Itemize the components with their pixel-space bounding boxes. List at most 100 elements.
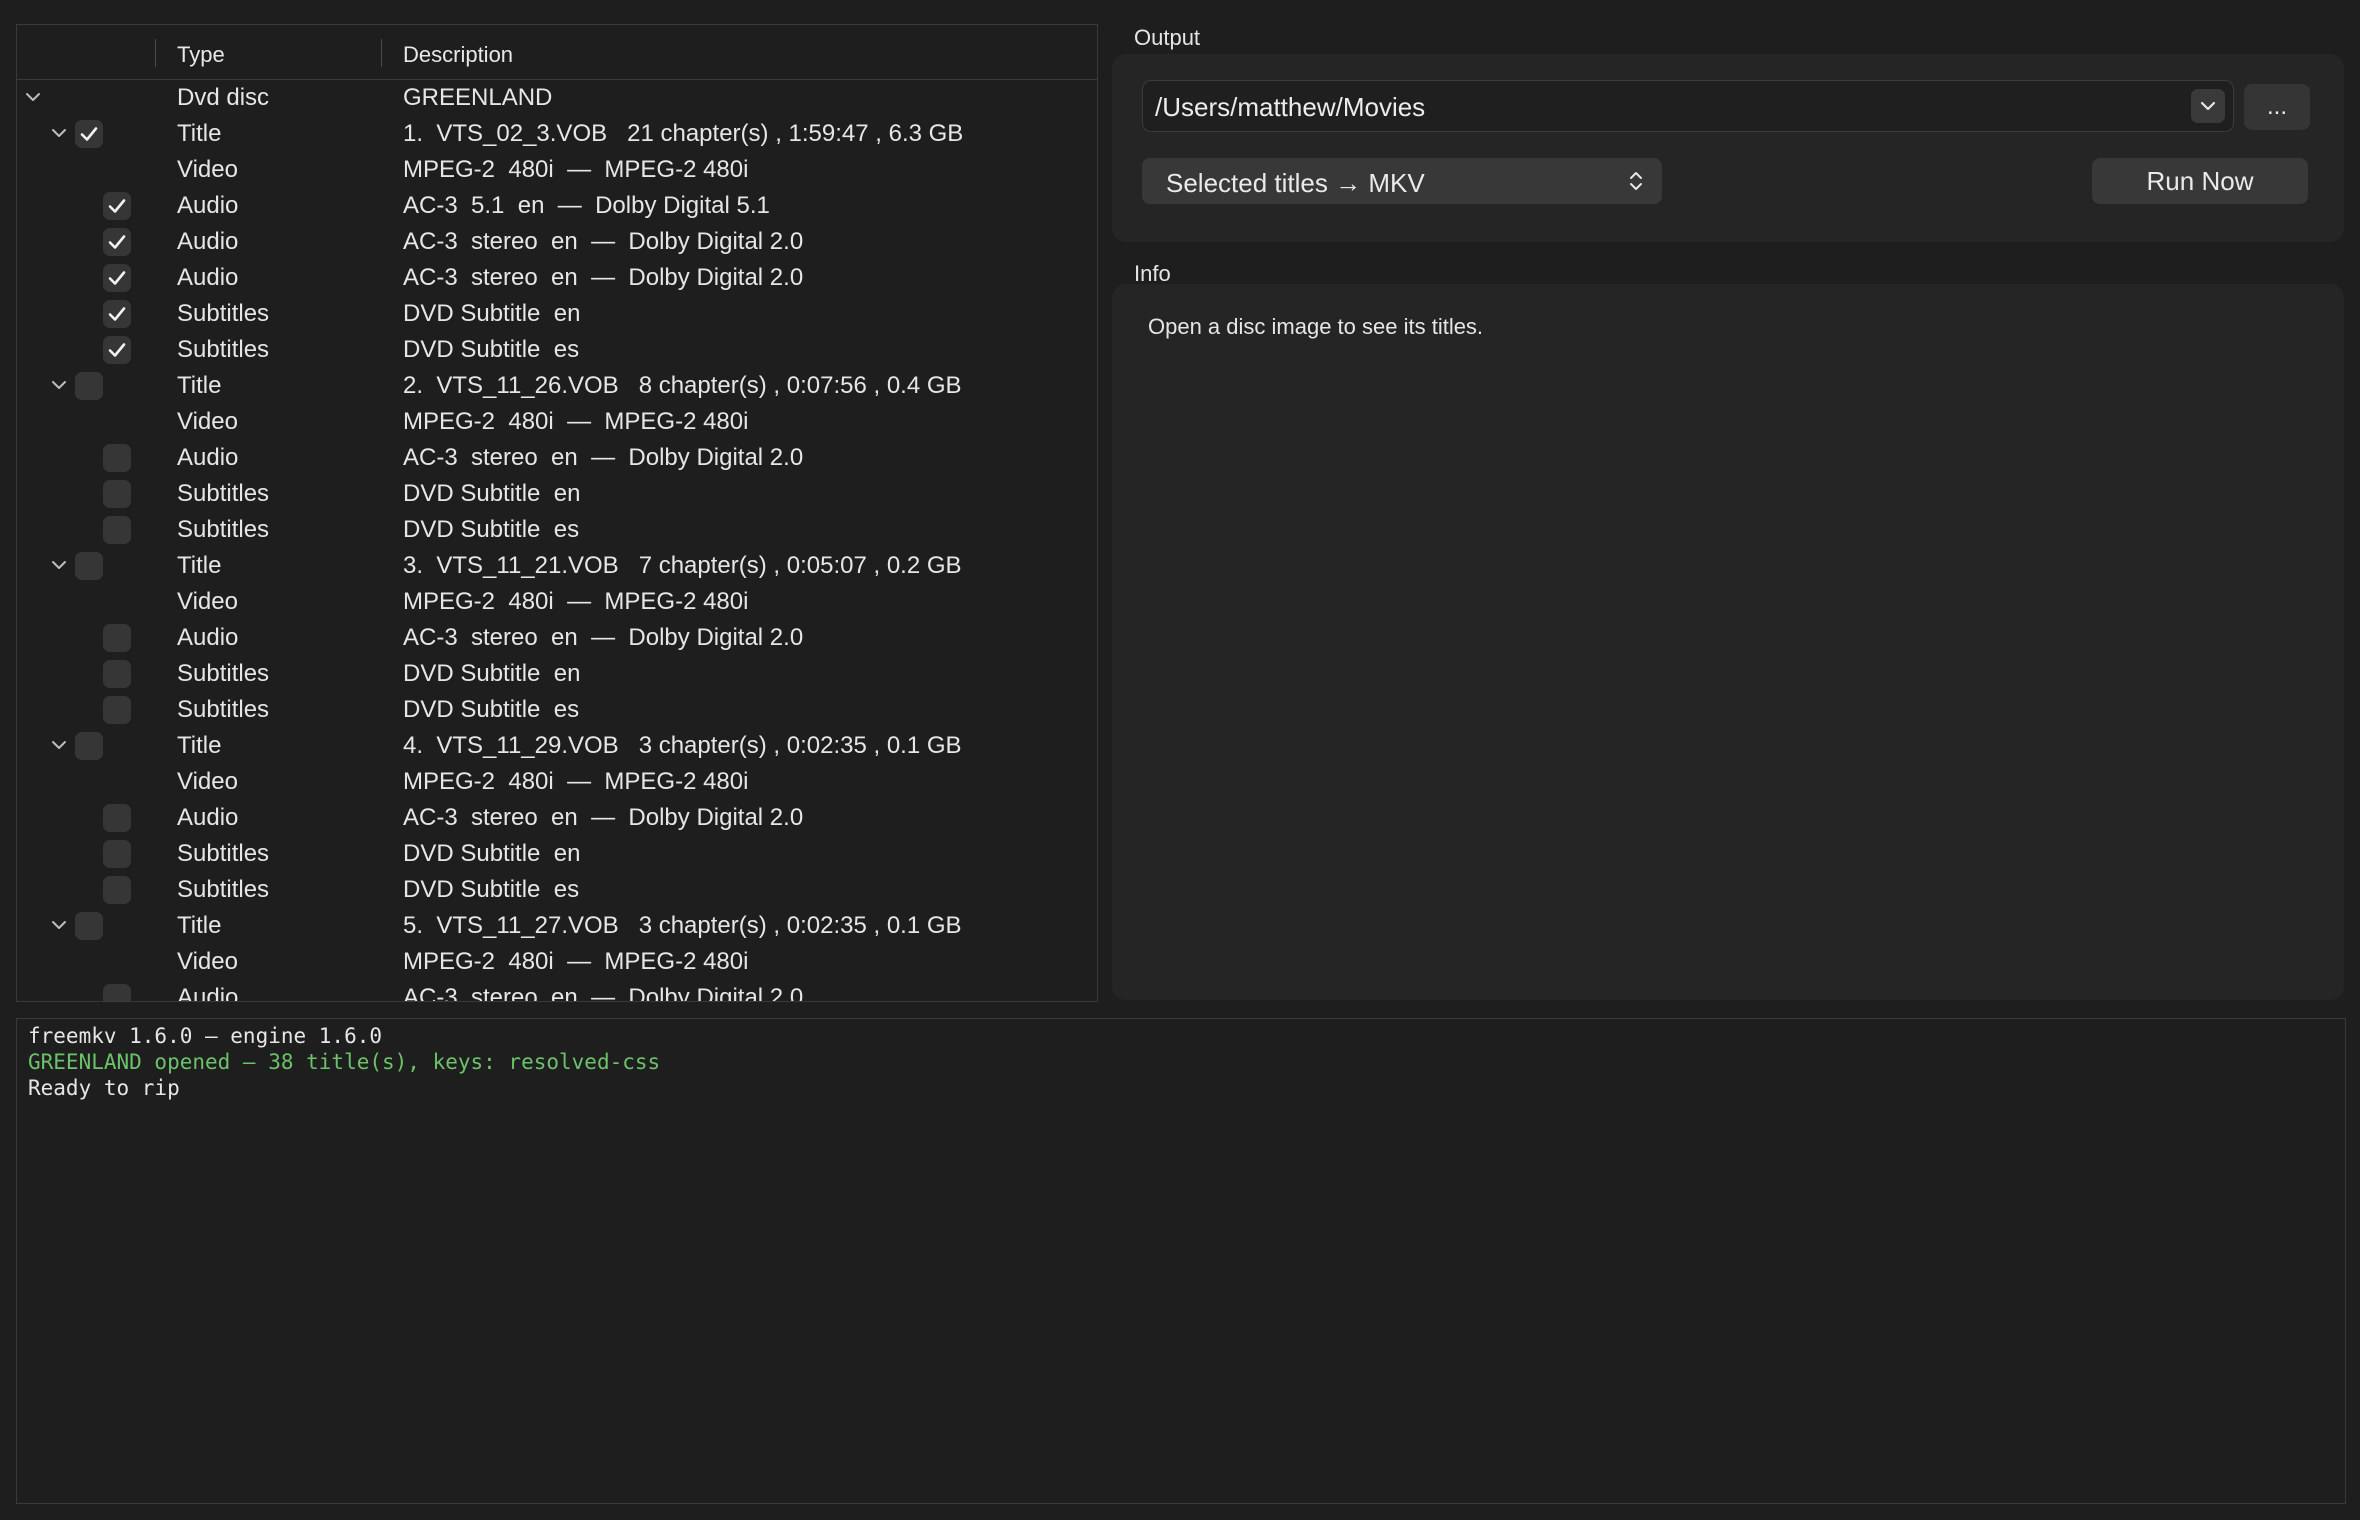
tree-row[interactable]: Subtitles DVD Subtitle es: [17, 332, 1097, 368]
chevron-down-icon[interactable]: [47, 913, 71, 937]
row-type: Audio: [177, 444, 239, 471]
tree-row[interactable]: Title 4. VTS_11_29.VOB 3 chapter(s) , 0:0…: [17, 728, 1097, 764]
tree-row[interactable]: Subtitles DVD Subtitle es: [17, 692, 1097, 728]
row-type: Title: [177, 120, 222, 147]
chevron-down-icon[interactable]: [47, 733, 71, 757]
row-description: AC-3 stereo en — Dolby Digital 2.0: [403, 624, 804, 651]
checkbox-unchecked[interactable]: [103, 480, 131, 508]
tree-row[interactable]: Video MPEG-2 480i — MPEG-2 480i: [17, 152, 1097, 188]
tree-row[interactable]: Title 1. VTS_02_3.VOB 21 chapter(s) , 1:5…: [17, 116, 1097, 152]
row-description: GREENLAND: [403, 84, 553, 111]
tree-row[interactable]: Subtitles DVD Subtitle es: [17, 872, 1097, 908]
row-type: Title: [177, 552, 222, 579]
tree-row[interactable]: Video MPEG-2 480i — MPEG-2 480i: [17, 584, 1097, 620]
tree-row[interactable]: Subtitles DVD Subtitle en: [17, 656, 1097, 692]
row-description: DVD Subtitle es: [403, 696, 580, 723]
checkbox-checked[interactable]: [103, 264, 131, 292]
run-now-button[interactable]: Run Now: [2092, 158, 2308, 204]
row-type: Audio: [177, 228, 239, 255]
tree-row[interactable]: Dvd disc GREENLAND: [17, 80, 1097, 116]
column-header-description[interactable]: Description: [403, 42, 513, 68]
tree-row[interactable]: Video MPEG-2 480i — MPEG-2 480i: [17, 404, 1097, 440]
row-type: Audio: [177, 192, 239, 219]
row-type: Audio: [177, 264, 239, 291]
tree-row[interactable]: Title 5. VTS_11_27.VOB 3 chapter(s) , 0:0…: [17, 908, 1097, 944]
row-type: Video: [177, 156, 238, 183]
checkbox-checked[interactable]: [103, 300, 131, 328]
row-description: DVD Subtitle en: [403, 480, 581, 507]
row-description: AC-3 stereo en — Dolby Digital 2.0: [403, 984, 804, 1002]
checkbox-unchecked[interactable]: [103, 516, 131, 544]
checkbox-unchecked[interactable]: [103, 624, 131, 652]
chevron-down-icon[interactable]: [47, 553, 71, 577]
tree-row[interactable]: Title 3. VTS_11_21.VOB 7 chapter(s) , 0:0…: [17, 548, 1097, 584]
row-description: MPEG-2 480i — MPEG-2 480i: [403, 408, 749, 435]
tree-row[interactable]: Audio AC-3 stereo en — Dolby Digital 2.0: [17, 800, 1097, 836]
row-type: Title: [177, 732, 222, 759]
tree-row[interactable]: Audio AC-3 stereo en — Dolby Digital 2.0: [17, 224, 1097, 260]
tree-row[interactable]: Video MPEG-2 480i — MPEG-2 480i: [17, 764, 1097, 800]
output-path-combobox[interactable]: /Users/matthew/Movies: [1142, 80, 2234, 132]
output-mode-select[interactable]: Selected titles → MKV: [1142, 158, 1662, 204]
row-description: AC-3 5.1 en — Dolby Digital 5.1: [403, 192, 770, 219]
checkbox-unchecked[interactable]: [103, 840, 131, 868]
column-header-type[interactable]: Type: [177, 42, 225, 68]
tree-row[interactable]: Audio AC-3 5.1 en — Dolby Digital 5.1: [17, 188, 1097, 224]
checkbox-checked[interactable]: [103, 336, 131, 364]
row-type: Subtitles: [177, 660, 270, 687]
checkbox-unchecked[interactable]: [103, 660, 131, 688]
tree-row[interactable]: Title 2. VTS_11_26.VOB 8 chapter(s) , 0:0…: [17, 368, 1097, 404]
tree-row[interactable]: Audio AC-3 stereo en — Dolby Digital 2.0: [17, 440, 1097, 476]
tree-row[interactable]: Subtitles DVD Subtitle es: [17, 512, 1097, 548]
checkbox-checked[interactable]: [75, 120, 103, 148]
output-section-label: Output: [1134, 25, 1201, 50]
row-description: MPEG-2 480i — MPEG-2 480i: [403, 768, 749, 795]
tree-row[interactable]: Subtitles DVD Subtitle en: [17, 296, 1097, 332]
row-description: DVD Subtitle es: [403, 336, 580, 363]
checkbox-unchecked[interactable]: [103, 444, 131, 472]
browse-button[interactable]: ...: [2244, 84, 2310, 130]
chevron-down-icon[interactable]: [47, 373, 71, 397]
checkbox-unchecked[interactable]: [103, 696, 131, 724]
row-description: 2. VTS_11_26.VOB 8 chapter(s) , 0:07:56 …: [403, 372, 962, 399]
row-description: AC-3 stereo en — Dolby Digital 2.0: [403, 228, 804, 255]
checkbox-unchecked[interactable]: [75, 552, 103, 580]
column-separator[interactable]: [381, 39, 382, 67]
tree-row[interactable]: Audio AC-3 stereo en — Dolby Digital 2.0: [17, 620, 1097, 656]
row-type: Title: [177, 912, 222, 939]
tree-header: Type Description: [17, 25, 1097, 80]
chevron-down-icon[interactable]: [21, 85, 45, 109]
row-type: Audio: [177, 624, 239, 651]
checkbox-checked[interactable]: [103, 192, 131, 220]
checkbox-unchecked[interactable]: [103, 804, 131, 832]
output-path-value[interactable]: /Users/matthew/Movies: [1155, 92, 1425, 123]
row-type: Subtitles: [177, 876, 270, 903]
tree-row[interactable]: Subtitles DVD Subtitle en: [17, 836, 1097, 872]
row-type: Video: [177, 588, 238, 615]
checkbox-checked[interactable]: [103, 228, 131, 256]
info-message: Open a disc image to see its titles.: [1148, 314, 1484, 339]
checkbox-unchecked[interactable]: [103, 984, 131, 1001]
row-description: AC-3 stereo en — Dolby Digital 2.0: [403, 444, 804, 471]
row-description: 4. VTS_11_29.VOB 3 chapter(s) , 0:02:35 …: [403, 732, 962, 759]
checkbox-unchecked[interactable]: [75, 732, 103, 760]
row-type: Audio: [177, 984, 239, 1002]
title-tree[interactable]: Type Description Dvd disc GREENLAND Title 1…: [16, 24, 1098, 1002]
tree-row[interactable]: Audio AC-3 stereo en — Dolby Digital 2.0: [17, 980, 1097, 1002]
row-description: DVD Subtitle en: [403, 840, 581, 867]
row-type: Subtitles: [177, 336, 270, 363]
checkbox-unchecked[interactable]: [75, 372, 103, 400]
log-line: freemkv 1.6.0 — engine 1.6.0: [28, 1024, 383, 1048]
log-console[interactable]: freemkv 1.6.0 — engine 1.6.0 GREENLAND op…: [16, 1018, 2346, 1504]
tree-row[interactable]: Audio AC-3 stereo en — Dolby Digital 2.0: [17, 260, 1097, 296]
tree-row[interactable]: Subtitles DVD Subtitle en: [17, 476, 1097, 512]
chevron-down-icon[interactable]: [2191, 89, 2225, 123]
tree-row[interactable]: Video MPEG-2 480i — MPEG-2 480i: [17, 944, 1097, 980]
checkbox-unchecked[interactable]: [75, 912, 103, 940]
chevron-down-icon[interactable]: [47, 121, 71, 145]
row-type: Video: [177, 768, 238, 795]
row-description: DVD Subtitle en: [403, 660, 581, 687]
column-separator[interactable]: [155, 39, 156, 67]
row-description: DVD Subtitle en: [403, 300, 581, 327]
checkbox-unchecked[interactable]: [103, 876, 131, 904]
